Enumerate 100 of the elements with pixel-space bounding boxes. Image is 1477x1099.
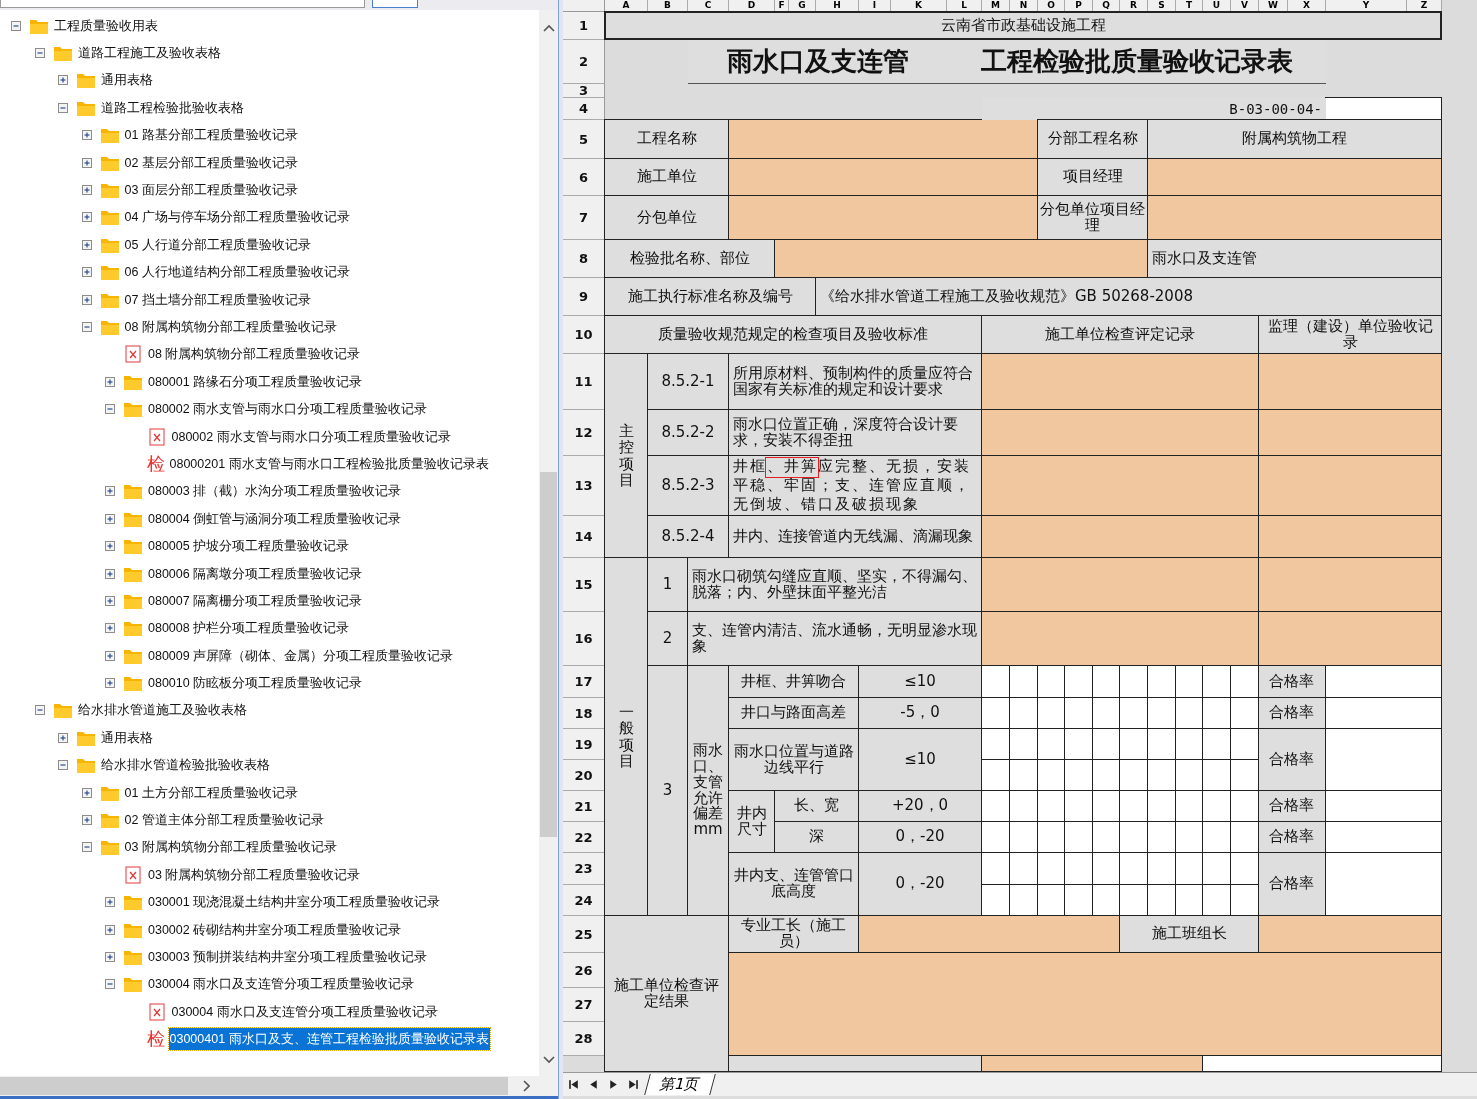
tree-item[interactable]: 01 土方分部工程质量验收记录 xyxy=(123,781,299,804)
tree-item[interactable]: 030003 预制拼装结构井室分项工程质量验收记录 xyxy=(147,945,429,968)
tree-item[interactable]: 08 附属构筑物分部工程质量验收记录 xyxy=(147,343,362,366)
tree-item[interactable]: 080004 倒虹管与涵洞分项工程质量验收记录 xyxy=(147,507,403,530)
expand-toggle[interactable] xyxy=(105,376,115,387)
tree-item[interactable]: 工程质量验收用表 xyxy=(53,14,159,37)
scroll-right-icon[interactable] xyxy=(522,1080,530,1092)
row-header[interactable]: 5 xyxy=(563,120,605,159)
tree-item[interactable]: 给水排水管道检验批验收表格 xyxy=(100,754,271,777)
tree-item[interactable]: 03 附属构筑物分部工程质量验收记录 xyxy=(123,836,338,859)
column-header[interactable]: Y xyxy=(1326,0,1407,12)
tree-item[interactable]: 道路工程检验批验收表格 xyxy=(100,96,245,119)
column-header[interactable]: H xyxy=(816,0,859,12)
expand-toggle[interactable] xyxy=(105,513,115,524)
expand-toggle[interactable] xyxy=(105,568,115,579)
tree-item[interactable]: 01 路基分部工程质量验收记录 xyxy=(123,124,299,147)
row-header[interactable]: 14 xyxy=(563,516,605,558)
expand-toggle[interactable] xyxy=(105,979,115,990)
tree-item[interactable]: 08 附属构筑物分部工程质量验收记录 xyxy=(123,316,338,338)
tree-item[interactable]: 030002 砖砌结构井室分项工程质量验收记录 xyxy=(147,918,403,941)
expand-toggle[interactable] xyxy=(34,48,45,59)
expand-toggle[interactable] xyxy=(81,294,92,305)
tree-item[interactable]: 030004 雨水口及支连管分项工程质量验收记录 xyxy=(147,973,416,996)
expand-toggle[interactable] xyxy=(105,486,115,497)
last-sheet-icon[interactable] xyxy=(627,1078,640,1091)
tree-item[interactable]: 080009 声屏障（砌体、金属）分项工程质量验收记录 xyxy=(147,644,455,667)
column-header[interactable]: B xyxy=(648,0,688,12)
tree-item[interactable]: 03 附属构筑物分部工程质量验收记录 xyxy=(147,863,362,886)
column-header[interactable]: O xyxy=(1038,0,1065,12)
column-header[interactable]: Z xyxy=(1407,0,1442,12)
row-header[interactable]: 26 xyxy=(563,953,605,988)
expand-toggle[interactable] xyxy=(11,20,21,31)
scroll-thumb[interactable] xyxy=(540,472,557,837)
row-header[interactable]: 7 xyxy=(563,196,605,240)
column-header[interactable]: Q xyxy=(1093,0,1120,12)
expand-toggle[interactable] xyxy=(81,267,92,278)
row-header[interactable]: 20 xyxy=(563,760,605,791)
tree-item[interactable]: 给水排水管道施工及验收表格 xyxy=(76,699,248,722)
tree-item[interactable]: 080006 隔离墩分项工程质量验收记录 xyxy=(147,562,364,585)
column-header[interactable]: K xyxy=(891,0,947,12)
column-header[interactable]: G xyxy=(789,0,816,12)
column-header[interactable]: S xyxy=(1148,0,1176,12)
row-header[interactable]: 17 xyxy=(563,666,605,698)
expand-toggle[interactable] xyxy=(105,897,115,908)
expand-toggle[interactable] xyxy=(105,595,115,606)
column-header[interactable]: L xyxy=(947,0,982,12)
row-header[interactable]: 3 xyxy=(563,84,605,98)
column-header[interactable]: W xyxy=(1259,0,1288,12)
row-header[interactable]: 2 xyxy=(563,40,605,84)
expand-toggle[interactable] xyxy=(58,102,68,113)
scroll-down-icon[interactable] xyxy=(542,1056,555,1064)
row-header[interactable]: 16 xyxy=(563,612,605,666)
row-header[interactable]: 4 xyxy=(563,98,605,120)
expand-toggle[interactable] xyxy=(81,787,92,798)
tree-item[interactable]: 030004 雨水口及支连管分项工程质量验收记录 xyxy=(170,1000,439,1023)
expand-toggle[interactable] xyxy=(81,130,92,141)
tree-item[interactable]: 080002 雨水支管与雨水口分项工程质量验收记录 xyxy=(147,398,429,421)
dropdown-field[interactable] xyxy=(0,0,365,8)
tree-item[interactable]: 03 面层分部工程质量验收记录 xyxy=(123,179,299,202)
expand-toggle[interactable] xyxy=(81,185,92,196)
row-header[interactable]: 22 xyxy=(563,822,605,853)
expand-toggle[interactable] xyxy=(105,951,115,962)
previous-sheet-icon[interactable] xyxy=(587,1078,600,1091)
row-header[interactable]: 23 xyxy=(563,853,605,885)
tree-item[interactable]: 通用表格 xyxy=(100,69,154,92)
toolbar-button[interactable] xyxy=(372,0,418,8)
expand-toggle[interactable] xyxy=(81,212,92,223)
expand-toggle[interactable] xyxy=(81,239,92,250)
expand-toggle[interactable] xyxy=(58,75,68,86)
tree-item[interactable]: 080008 护栏分项工程质量验收记录 xyxy=(147,617,351,640)
row-header[interactable]: 24 xyxy=(563,885,605,916)
next-sheet-icon[interactable] xyxy=(607,1078,620,1091)
row-header[interactable]: 28 xyxy=(563,1022,605,1056)
tree-item[interactable]: 080005 护坡分项工程质量验收记录 xyxy=(147,535,351,558)
row-header[interactable]: 18 xyxy=(563,698,605,729)
tree-item[interactable]: 080002 雨水支管与雨水口分项工程质量验收记录 xyxy=(170,425,452,448)
column-header[interactable]: F xyxy=(775,0,789,12)
expand-toggle[interactable] xyxy=(58,732,68,743)
tree-item[interactable]: 通用表格 xyxy=(100,726,154,749)
column-header[interactable]: R xyxy=(1120,0,1148,12)
row-header[interactable]: 25 xyxy=(563,916,605,953)
tree-item[interactable]: 080010 防眩板分项工程质量验收记录 xyxy=(147,672,364,695)
row-header[interactable]: 8 xyxy=(563,240,605,278)
column-header[interactable]: M xyxy=(982,0,1010,12)
tree-item[interactable]: 030001 现浇混凝土结构井室分项工程质量验收记录 xyxy=(147,891,442,914)
expand-toggle[interactable] xyxy=(81,842,92,853)
expand-toggle[interactable] xyxy=(105,404,115,415)
row-header[interactable]: 15 xyxy=(563,558,605,612)
row-header[interactable]: 27 xyxy=(563,988,605,1022)
column-header[interactable]: U xyxy=(1203,0,1231,12)
column-header[interactable]: C xyxy=(688,0,729,12)
column-header[interactable]: P xyxy=(1065,0,1093,12)
column-header[interactable]: X xyxy=(1288,0,1326,12)
sheet-tab[interactable]: 第1页 xyxy=(644,1074,716,1095)
tree-item[interactable]: 08000201 雨水支管与雨水口工程检验批质量验收记录表 xyxy=(168,452,490,475)
column-header[interactable]: T xyxy=(1176,0,1203,12)
tree-item[interactable]: 04 广场与停车场分部工程质量验收记录 xyxy=(123,206,351,229)
column-header[interactable]: V xyxy=(1231,0,1259,12)
tree-item[interactable]: 080001 路缘石分项工程质量验收记录 xyxy=(147,370,364,393)
row-header[interactable]: 12 xyxy=(563,410,605,456)
